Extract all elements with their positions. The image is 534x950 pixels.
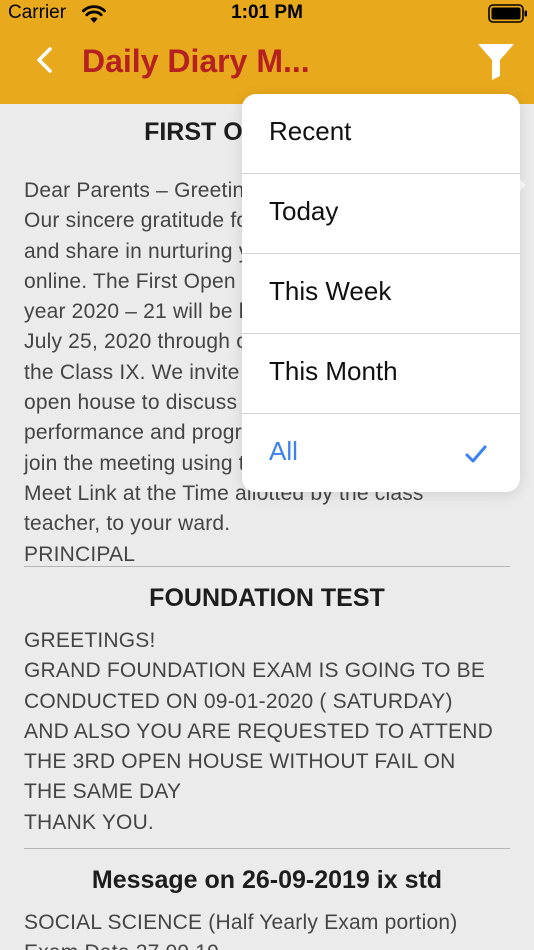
filter-option-today[interactable]: Today [242,174,520,254]
checkmark-icon [465,445,487,463]
filter-option-label: All [269,436,298,466]
entry-title: FOUNDATION TEST [149,584,385,612]
status-bar: Carrier 1:01 PM [0,0,534,28]
entry-title: Message on 26-09-2019 ix std [91,866,443,894]
entry-divider [24,848,510,849]
entry-body: SOCIAL SCIENCE (Half Yearly Exam portion… [24,911,458,950]
filter-option-all[interactable]: All [242,414,520,494]
filter-option-label: This Week [269,276,392,306]
entry-body: GREETINGS! GRAND FOUNDATION EXAM IS GOIN… [24,629,493,834]
back-chevron-icon[interactable] [30,43,60,77]
filter-option-this-week[interactable]: This Week [242,254,520,334]
battery-icon [488,4,527,23]
status-time: 1:01 PM [231,2,303,23]
filter-option-label: Recent [269,116,352,146]
filter-menu: Recent Today This Week This Month All [242,94,520,492]
filter-option-recent[interactable]: Recent [242,94,520,174]
filter-option-label: This Month [269,356,398,386]
diary-entry[interactable]: Message on 26-09-2019 ix std SOCIAL SCIE… [24,864,510,950]
page-title: Daily Diary M... [82,43,310,79]
diary-entry[interactable]: FOUNDATION TEST GREETINGS! GRAND FOUNDAT… [24,582,510,842]
filter-funnel-icon[interactable] [474,40,518,82]
entry-divider [24,566,510,567]
navigation-bar: Carrier 1:01 PM Daily Diary M... [0,0,534,104]
filter-option-this-month[interactable]: This Month [242,334,520,414]
filter-option-label: Today [269,196,339,226]
